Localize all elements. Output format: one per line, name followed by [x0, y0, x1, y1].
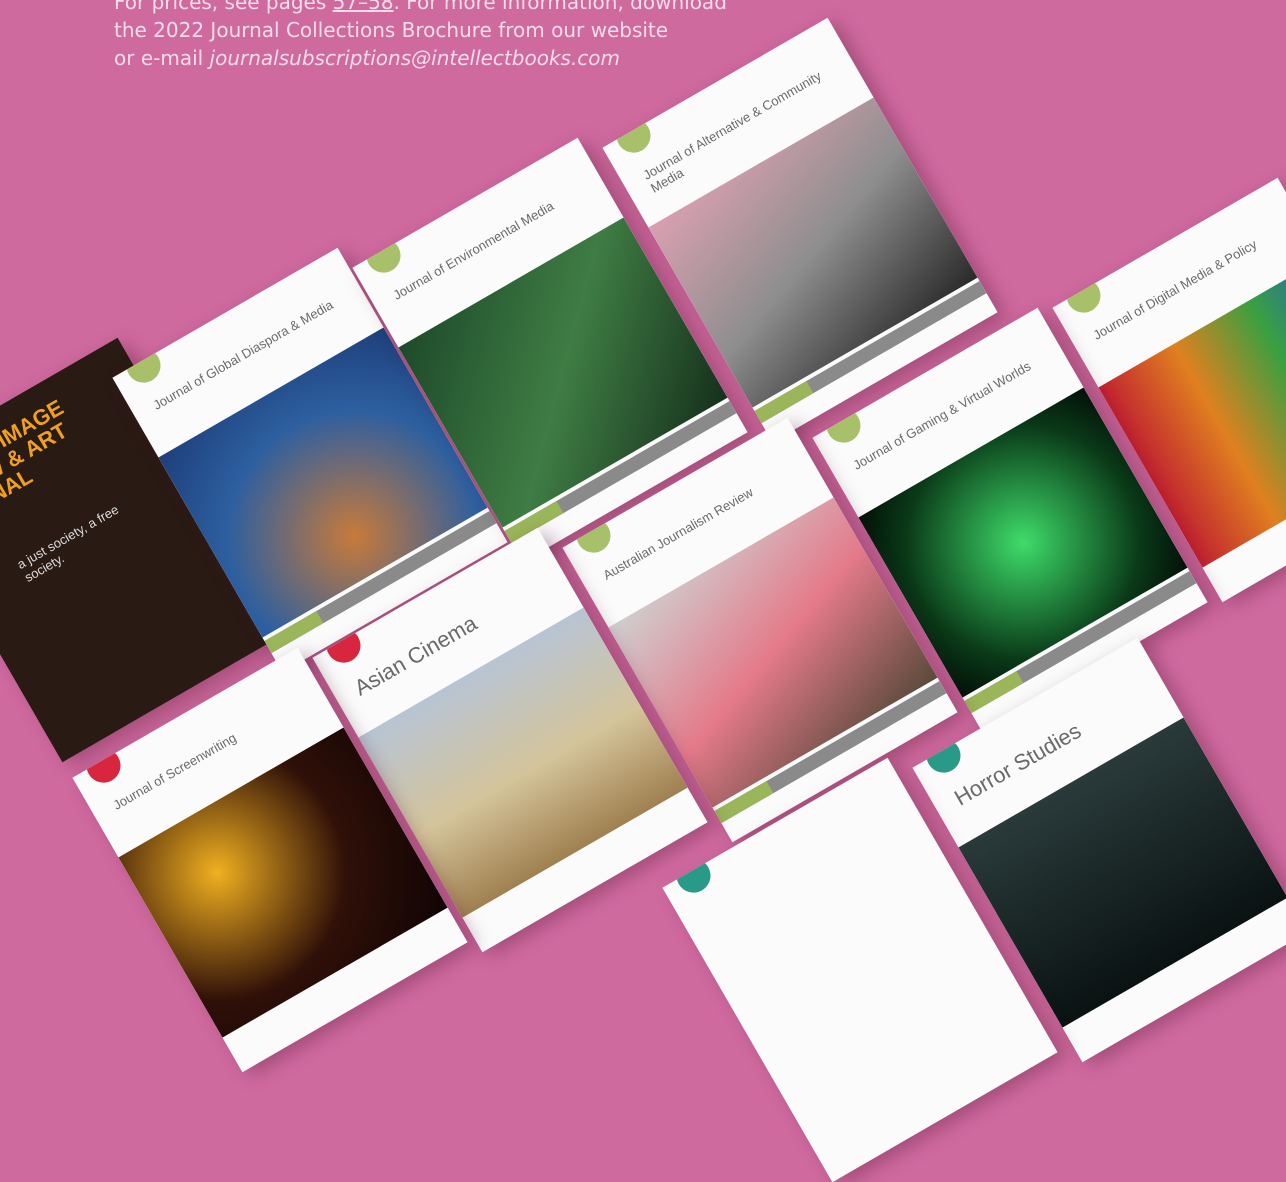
email-link[interactable]: journalsubscriptions@intellectbooks.com [210, 46, 620, 70]
journal-badge [610, 112, 657, 159]
journal-badge [80, 742, 127, 789]
journal-badge [1060, 272, 1107, 319]
intro-line1: For prices, see pages [114, 0, 333, 14]
intro-text: For prices, see pages 57–58. For more in… [114, 0, 734, 72]
journal-badge [360, 232, 407, 279]
intro-line1-post: . For more information, download [393, 0, 727, 14]
intro-line3: or e-mail [114, 46, 210, 70]
pages-link[interactable]: 57–58 [333, 0, 394, 14]
intro-line2: the 2022 Journal Collections Brochure fr… [114, 18, 669, 42]
cover-subtitle: a just society, a free society. [14, 501, 122, 585]
journal-badge [670, 852, 717, 899]
journal-badge [920, 732, 967, 779]
